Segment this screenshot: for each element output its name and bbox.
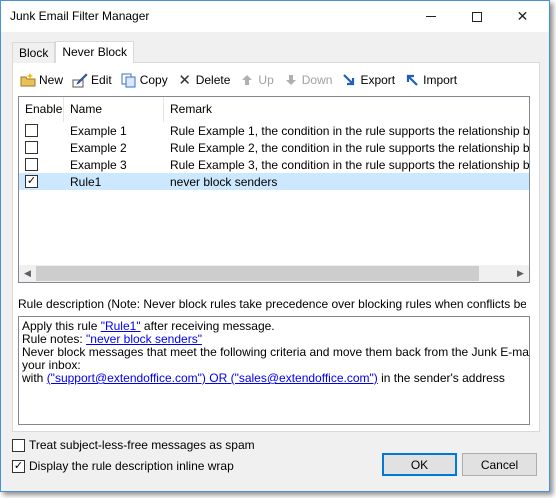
table-row[interactable]: Example 3 Rule Example 3, the condition …	[19, 156, 529, 173]
arrow-down-icon	[283, 72, 299, 88]
rule-name: Example 3	[70, 157, 127, 172]
delete-label: Delete	[195, 73, 231, 87]
down-button[interactable]: Down	[283, 69, 333, 91]
scroll-thumb[interactable]	[36, 266, 479, 281]
enable-checkbox[interactable]	[25, 141, 38, 154]
rule-remark: Rule Example 3, the condition in the rul…	[170, 157, 529, 172]
ok-button[interactable]: OK	[382, 453, 457, 476]
import-button[interactable]: Import	[404, 69, 457, 91]
enable-checkbox[interactable]	[25, 158, 38, 171]
scroll-right-icon[interactable]: ▶	[512, 265, 529, 282]
rule-remark: never block senders	[170, 174, 278, 189]
spam-option-label: Treat subject-less-free messages as spam	[29, 438, 255, 452]
up-label: Up	[258, 73, 274, 87]
column-name[interactable]: Name	[64, 97, 164, 122]
minimize-icon	[425, 16, 436, 17]
rules-list[interactable]: Enable Name Remark Example 1 Rule Exampl…	[18, 96, 530, 283]
tab-strip: Block Never Block	[12, 41, 135, 63]
maximize-button[interactable]	[454, 1, 499, 32]
checkmark-icon: ✓	[13, 459, 24, 472]
scroll-left-icon[interactable]: ◀	[19, 265, 36, 282]
arrow-up-icon	[239, 72, 255, 88]
table-row[interactable]: Example 2 Rule Example 2, the condition …	[19, 139, 529, 156]
checkmark-icon: ✓	[26, 175, 37, 187]
enable-checkbox-checked[interactable]: ✓	[25, 175, 38, 188]
text: with	[22, 371, 47, 385]
text: in the sender's address	[377, 371, 505, 385]
rule-name: Example 1	[70, 123, 127, 138]
cancel-button[interactable]: Cancel	[462, 453, 537, 476]
horizontal-scrollbar[interactable]: ◀ ▶	[19, 265, 529, 282]
title-bar[interactable]: Junk Email Filter Manager ✕	[1, 1, 549, 32]
spam-option[interactable]: Treat subject-less-free messages as spam	[12, 438, 255, 452]
tab-never-block[interactable]: Never Block	[55, 41, 135, 63]
rule-remark: Rule Example 1, the condition in the rul…	[170, 123, 529, 138]
sender-address-link[interactable]: ("support@extendoffice.com") OR ("sales@…	[47, 371, 378, 385]
rule-notes-link[interactable]: "never block senders"	[86, 332, 202, 346]
wrap-option[interactable]: ✓ Display the rule description inline wr…	[12, 459, 234, 473]
rule-description-box: Apply this rule "Rule1" after receiving …	[18, 316, 530, 425]
edit-label: Edit	[91, 73, 112, 87]
down-label: Down	[301, 73, 333, 87]
toolbar: New Edit Copy ✕ Delete Up Down Export Im…	[20, 68, 466, 92]
copy-icon	[121, 72, 137, 88]
copy-button[interactable]: Copy	[121, 69, 168, 91]
up-button[interactable]: Up	[239, 69, 274, 91]
text: after receiving message.	[140, 319, 275, 333]
import-icon	[404, 72, 420, 88]
delete-button[interactable]: ✕ Delete	[177, 69, 231, 91]
new-folder-icon	[20, 72, 36, 88]
rules-list-rows: Example 1 Rule Example 1, the condition …	[19, 122, 529, 190]
edit-button[interactable]: Edit	[72, 69, 112, 91]
rule-name-link[interactable]: "Rule1"	[101, 319, 141, 333]
rule-description-label: Rule description (Note: Never block rule…	[18, 297, 526, 311]
rule-name: Rule1	[70, 174, 102, 189]
description-line-3: Never block messages that meet the follo…	[22, 345, 530, 359]
text: Apply this rule	[22, 319, 101, 333]
table-row-selected[interactable]: ✓ Rule1 never block senders	[19, 173, 529, 190]
wrap-option-label: Display the rule description inline wrap	[29, 459, 234, 473]
rules-list-header: Enable Name Remark	[19, 97, 529, 122]
delete-icon: ✕	[178, 71, 191, 89]
close-button[interactable]: ✕	[500, 1, 545, 32]
new-label: New	[39, 73, 64, 87]
window-title: Junk Email Filter Manager	[10, 9, 150, 23]
enable-checkbox[interactable]	[25, 124, 38, 137]
close-icon: ✕	[516, 8, 529, 24]
edit-icon	[72, 72, 88, 88]
description-line-5: with ("support@extendoffice.com") OR ("s…	[22, 372, 526, 385]
export-button[interactable]: Export	[341, 69, 395, 91]
spam-checkbox[interactable]	[12, 438, 25, 452]
tab-block[interactable]: Block	[12, 42, 56, 63]
column-enable[interactable]: Enable	[19, 97, 64, 122]
rule-remark: Rule Example 2, the condition in the rul…	[170, 140, 529, 155]
wrap-checkbox[interactable]: ✓	[12, 459, 25, 473]
export-icon	[341, 72, 357, 88]
new-button[interactable]: New	[20, 69, 63, 91]
minimize-button[interactable]	[408, 1, 453, 32]
maximize-icon	[471, 11, 482, 22]
copy-label: Copy	[139, 73, 168, 87]
import-label: Import	[423, 73, 458, 87]
column-remark[interactable]: Remark	[164, 97, 529, 122]
rule-name: Example 2	[70, 140, 127, 155]
text: Rule notes:	[22, 332, 87, 346]
table-row[interactable]: Example 1 Rule Example 1, the condition …	[19, 122, 529, 139]
export-label: Export	[360, 73, 396, 87]
